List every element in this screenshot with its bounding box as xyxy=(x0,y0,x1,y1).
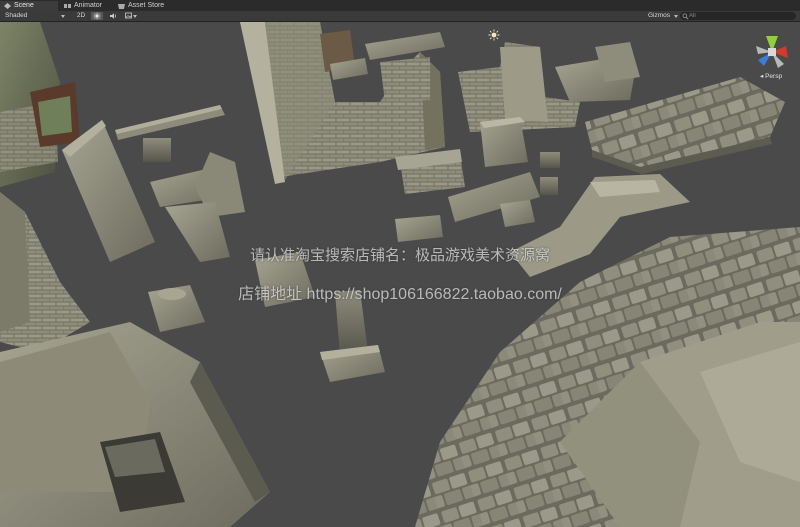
scene-viewport[interactable]: ◂ Persp 请认准淘宝搜索店铺名：极品游戏美术资源窝 店铺地址 https:… xyxy=(0,22,800,527)
chevron-down-icon xyxy=(133,15,137,18)
search-icon xyxy=(682,12,689,20)
search-input[interactable] xyxy=(689,12,789,20)
asset-store-icon xyxy=(118,4,125,9)
tab-animator[interactable]: Animator xyxy=(60,1,122,11)
scene-icon xyxy=(4,3,11,9)
shading-mode-dropdown[interactable]: Shaded xyxy=(3,12,65,20)
cobblestone-dome xyxy=(415,227,800,527)
projection-text: Persp xyxy=(765,73,783,80)
tab-bar: Scene Animator Asset Store xyxy=(0,0,800,11)
ruin-gateway-bottomleft xyxy=(0,322,270,527)
stone-block xyxy=(143,138,171,162)
2d-toggle-label: 2D xyxy=(76,12,86,19)
gizmos-label: Gizmos xyxy=(648,12,671,19)
scene-render xyxy=(0,22,800,527)
effects-dropdown[interactable] xyxy=(122,12,137,20)
2d-toggle-button[interactable]: 2D xyxy=(74,12,88,20)
light-icon xyxy=(93,12,101,20)
hierarchy-search[interactable] xyxy=(680,12,796,20)
projection-label[interactable]: ◂ Persp xyxy=(760,72,782,80)
tab-scene-label: Scene xyxy=(14,2,34,9)
chevron-down-icon xyxy=(674,15,678,18)
tab-scene[interactable]: Scene xyxy=(0,1,58,11)
watermark-line1: 请认准淘宝搜索店铺名：极品游戏美术资源窝 xyxy=(249,247,550,264)
unity-scene-window: Scene Animator Asset Store Shaded 2D Giz… xyxy=(0,0,800,527)
scene-orientation-gizmo[interactable] xyxy=(748,32,796,92)
chevron-down-icon xyxy=(61,15,65,18)
tab-asset-store[interactable]: Asset Store xyxy=(114,1,186,11)
speaker-icon xyxy=(110,13,116,19)
directional-light-icon[interactable] xyxy=(488,29,500,41)
watermark-line2: 店铺地址 https://shop106166822.taobao.com/ xyxy=(238,286,562,303)
stone-steps xyxy=(365,32,445,60)
gizmos-dropdown[interactable]: Gizmos xyxy=(648,12,678,20)
shading-mode-label: Shaded xyxy=(5,12,28,19)
tab-asset-store-label: Asset Store xyxy=(128,2,165,9)
audio-toggle[interactable] xyxy=(107,12,119,20)
scene-toolbar: Shaded 2D Gizmos xyxy=(0,11,800,22)
scene-lighting-toggle[interactable] xyxy=(91,12,103,20)
animator-icon xyxy=(64,4,71,8)
tab-animator-label: Animator xyxy=(74,2,103,9)
